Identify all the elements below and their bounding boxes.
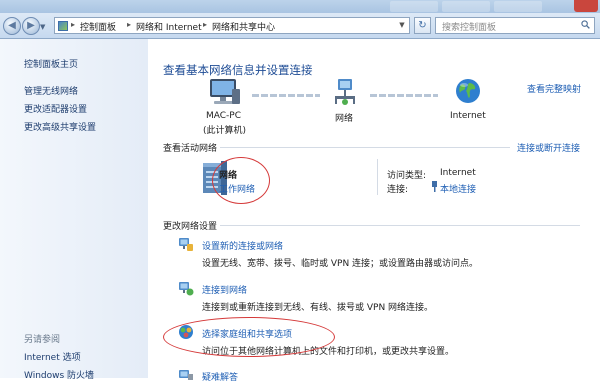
connect-disconnect-link[interactable]: 连接或断开连接	[517, 141, 580, 154]
search-icon	[581, 20, 590, 29]
annotation-circle	[163, 317, 335, 357]
connect-network-icon	[178, 280, 194, 296]
vertical-divider	[377, 159, 378, 195]
new-connection-icon	[178, 236, 194, 252]
window-tab[interactable]	[390, 1, 438, 12]
computer-icon	[206, 78, 242, 108]
sidebar-item-advanced-sharing[interactable]: 更改高级共享设置	[24, 120, 96, 133]
breadcrumb-separator: ▸	[203, 20, 208, 29]
search-placeholder: 搜索控制面板	[442, 23, 497, 33]
navigation-bar: ◀ ▶ ▼ ▸ 控制面板 ▸ 网络和 Internet ▸ 网络和共享中心 ▼ …	[0, 13, 600, 39]
address-dropdown-button[interactable]: ▼	[397, 20, 407, 31]
active-networks-heading: 查看活动网络	[163, 144, 218, 154]
breadcrumb-separator: ▸	[127, 20, 132, 29]
access-type-value: Internet	[440, 168, 476, 178]
sidebar-item-manage-wireless[interactable]: 管理无线网络	[24, 84, 78, 97]
forward-arrow-icon: ▶	[27, 20, 35, 31]
sidebar-item-windows-firewall[interactable]: Windows 防火墙	[24, 368, 94, 381]
window-tab[interactable]	[442, 1, 490, 12]
recent-pages-dropdown[interactable]: ▼	[40, 23, 48, 31]
address-bar[interactable]: ▸ 控制面板 ▸ 网络和 Internet ▸ 网络和共享中心 ▼	[54, 17, 410, 34]
breadcrumb-network-internet[interactable]: 网络和 Internet	[136, 20, 202, 33]
annotation-circle	[212, 157, 270, 204]
see-also-heading: 另请参阅	[24, 335, 61, 345]
section-divider	[220, 225, 580, 226]
page-title: 查看基本网络信息并设置连接	[163, 63, 313, 77]
network-label: 网络	[335, 114, 354, 124]
task-troubleshoot-link[interactable]: 疑难解答	[202, 370, 238, 383]
breadcrumb-separator: ▸	[71, 20, 76, 29]
window-tab[interactable]	[494, 1, 542, 12]
connection-line-network-internet	[370, 94, 438, 97]
task-setup-connection-desc: 设置无线、宽带、拨号、临时或 VPN 连接；或设置路由器或访问点。	[202, 259, 479, 269]
task-connect-network-link[interactable]: 连接到网络	[202, 283, 247, 296]
internet-label: Internet	[450, 111, 486, 121]
forward-button[interactable]: ▶	[22, 17, 40, 35]
search-input[interactable]: 搜索控制面板	[435, 17, 595, 34]
network-icon	[331, 77, 359, 107]
refresh-button[interactable]: ↻	[414, 17, 431, 34]
control-panel-icon	[58, 21, 68, 31]
main-panel: 查看基本网络信息并设置连接 查看完整映射 MAC-PC (此计算机) 网络 In…	[148, 39, 600, 383]
back-arrow-icon: ◀	[8, 20, 16, 31]
connection-label: 连接:	[387, 185, 409, 195]
task-setup-connection-link[interactable]: 设置新的连接或网络	[202, 239, 283, 252]
breadcrumb-control-panel[interactable]: 控制面板	[80, 20, 116, 33]
sidebar-item-control-panel-home[interactable]: 控制面板主页	[24, 57, 78, 70]
back-button[interactable]: ◀	[3, 17, 21, 35]
change-settings-heading: 更改网络设置	[163, 222, 218, 232]
breadcrumb-network-sharing-center[interactable]: 网络和共享中心	[212, 20, 275, 33]
refresh-icon: ↻	[418, 20, 427, 31]
access-type-label: 访问类型:	[387, 171, 427, 181]
task-connect-network-desc: 连接到或重新连接到无线、有线、拨号或 VPN 网络连接。	[202, 303, 434, 313]
computer-subtitle: (此计算机)	[203, 126, 247, 136]
internet-globe-icon	[454, 77, 482, 105]
taskbar-tabs	[390, 1, 600, 12]
troubleshoot-icon	[178, 368, 194, 382]
sidebar: 控制面板主页 管理无线网络 更改适配器设置 更改高级共享设置 另请参阅 Inte…	[0, 39, 148, 381]
computer-name: MAC-PC	[206, 111, 242, 121]
view-full-map-link[interactable]: 查看完整映射	[527, 82, 581, 95]
sidebar-item-adapter-settings[interactable]: 更改适配器设置	[24, 102, 87, 115]
sidebar-item-internet-options[interactable]: Internet 选项	[24, 350, 81, 363]
section-divider	[220, 147, 510, 148]
close-button[interactable]	[574, 0, 598, 12]
connection-line-computer-network	[252, 94, 320, 97]
ethernet-icon	[432, 181, 437, 192]
window-titlebar	[0, 0, 600, 13]
local-connection-link[interactable]: 本地连接	[440, 182, 476, 195]
